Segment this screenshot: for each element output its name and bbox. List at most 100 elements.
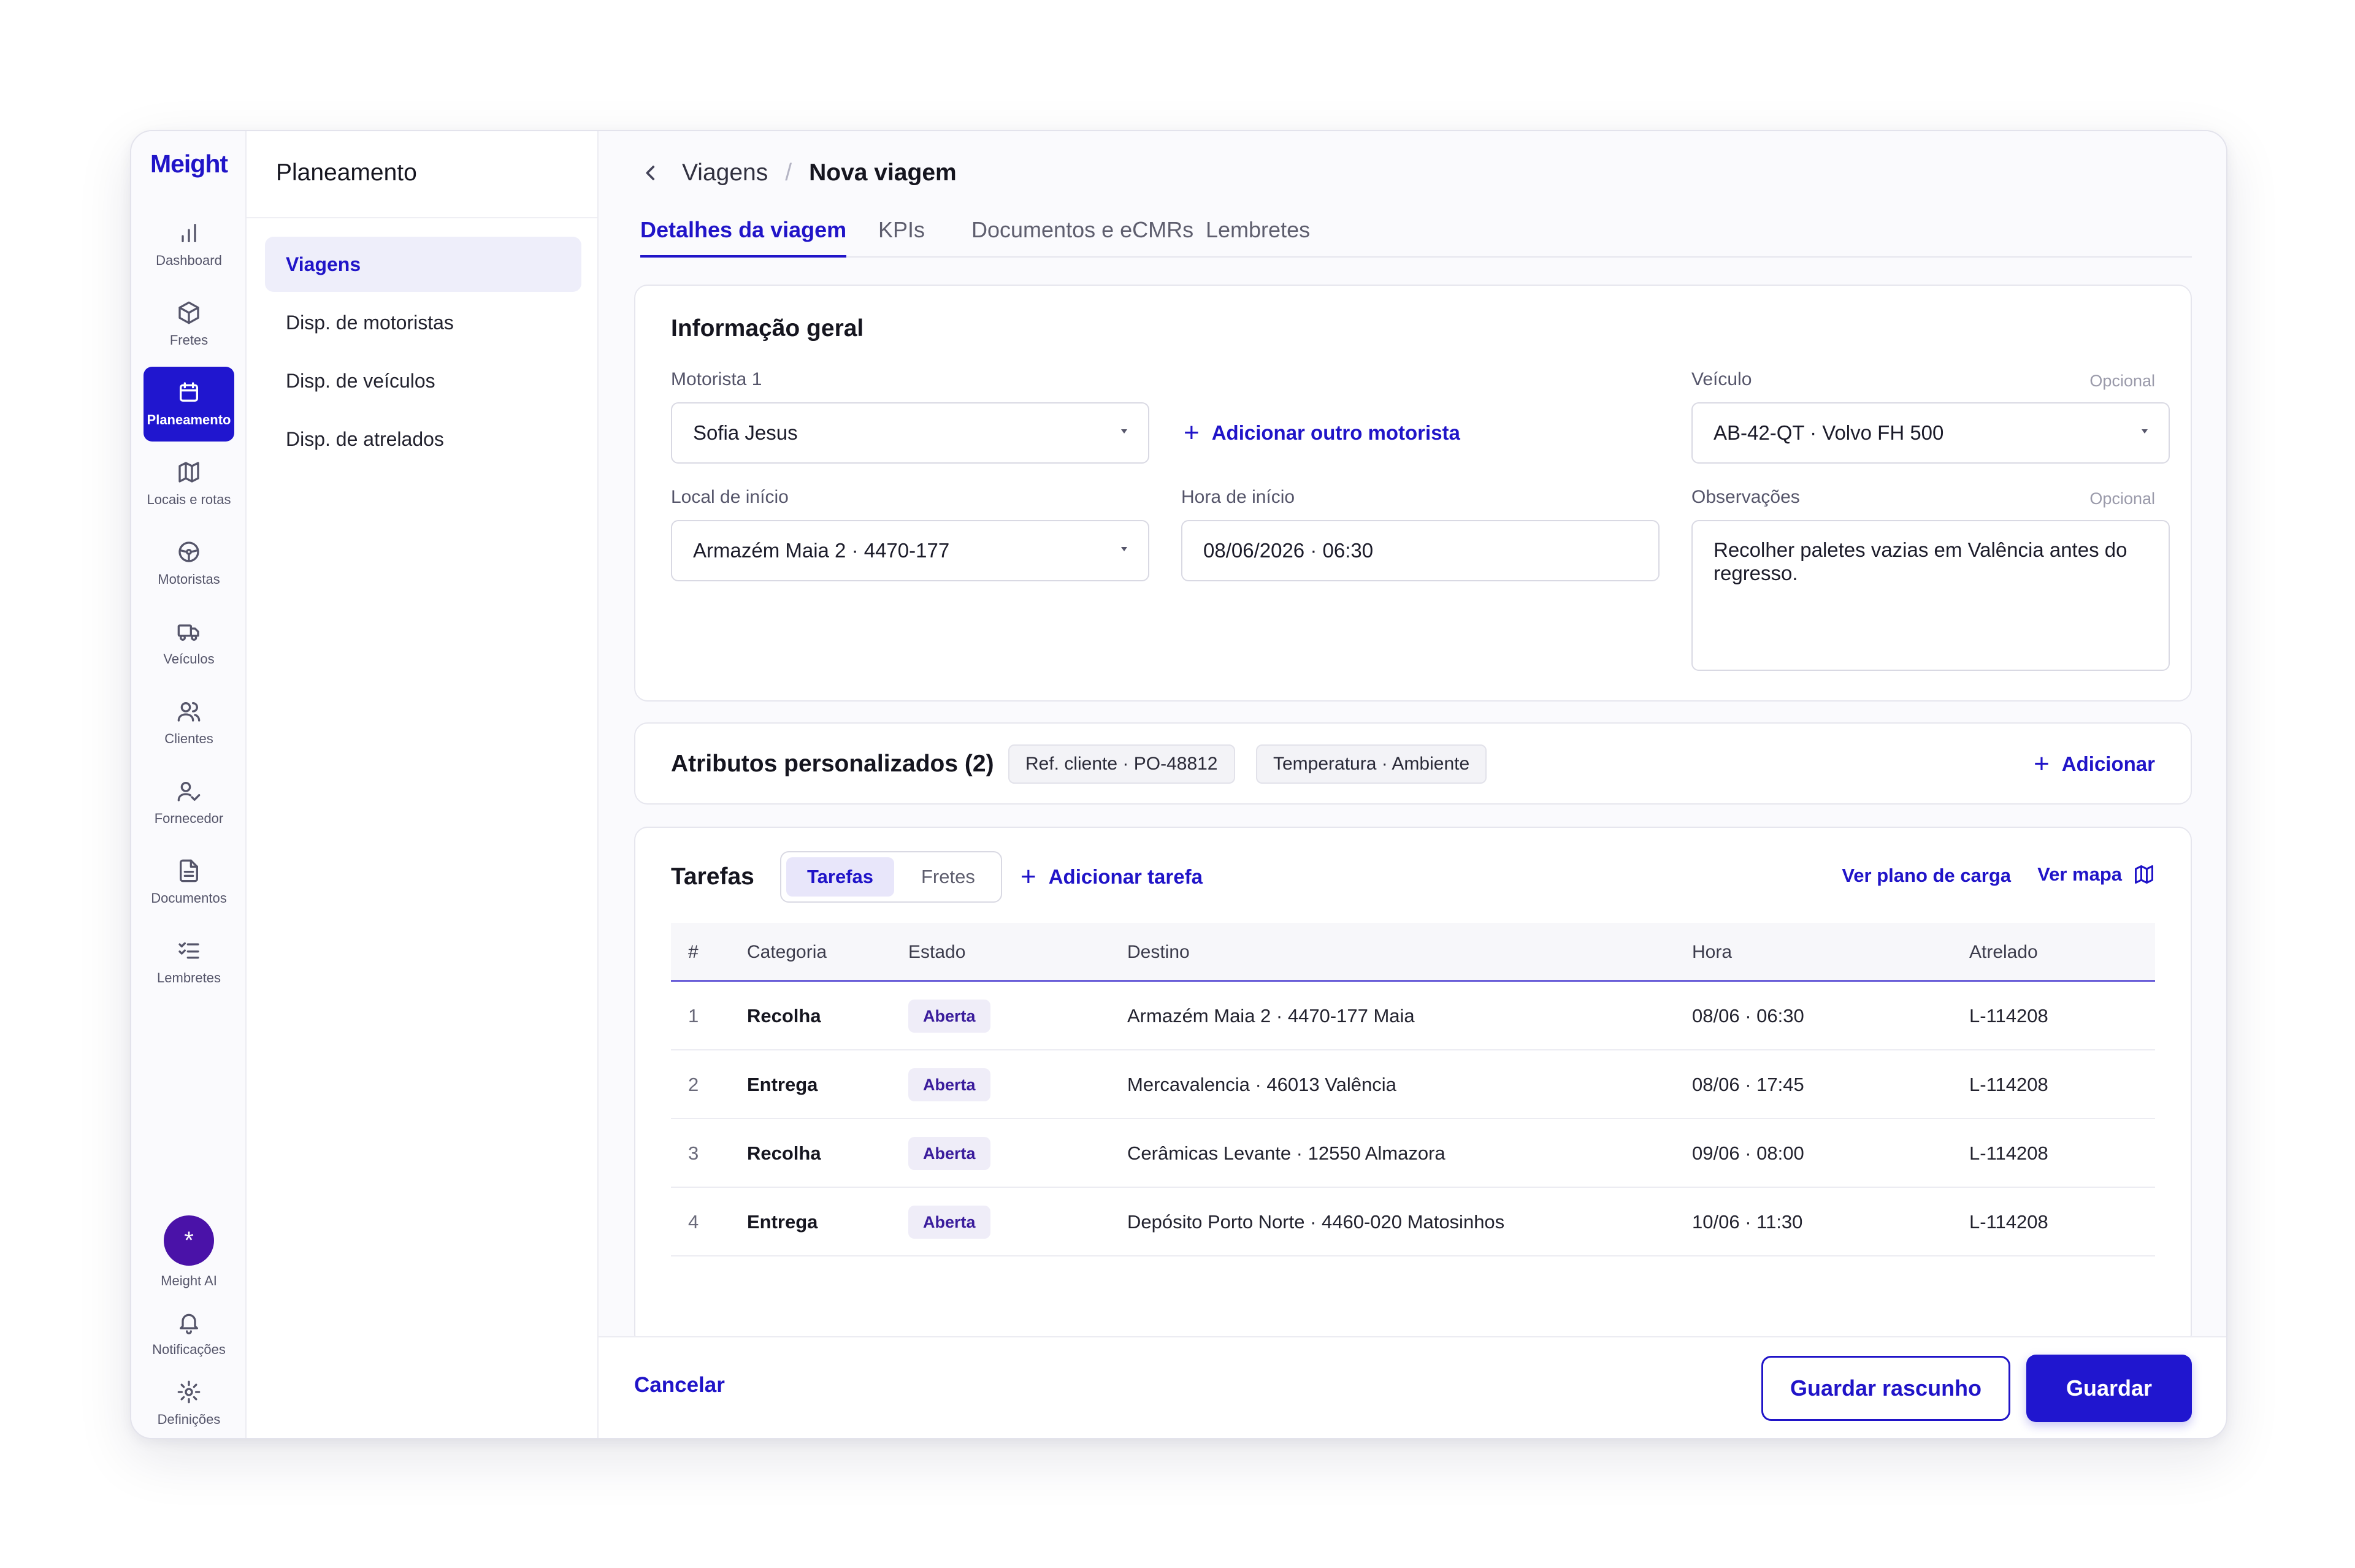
- column-header: Atrelado: [1969, 942, 2038, 962]
- add-attribute-button[interactable]: + Adicionar: [2034, 751, 2155, 778]
- chevron-down-icon: [1121, 429, 1127, 434]
- subnav-item-disp-atrelados[interactable]: Disp. de atrelados: [265, 411, 581, 467]
- subnav-item-disp-veiculos[interactable]: Disp. de veículos: [265, 353, 581, 408]
- rail-item-label: Dashboard: [156, 253, 222, 268]
- secondary-nav: Planeamento Viagens Disp. de motoristas …: [247, 131, 599, 1438]
- view-map-label: Ver mapa: [2037, 863, 2122, 885]
- driver-select[interactable]: Sofia Jesus: [671, 402, 1149, 464]
- rail-item-clientes[interactable]: Clientes: [144, 686, 234, 760]
- notes-label: Observações: [1691, 487, 1800, 507]
- map-icon: [178, 462, 199, 483]
- user-check-icon: [177, 782, 201, 801]
- rail-item-label: Fornecedor: [154, 811, 224, 826]
- breadcrumb: Viagens / Nova viagem: [640, 159, 957, 186]
- toggle-tarefas[interactable]: Tarefas: [786, 857, 894, 897]
- driver-value: Sofia Jesus: [693, 421, 798, 444]
- sparkle-icon: *: [164, 1215, 214, 1266]
- truck-icon: [177, 624, 199, 641]
- bar-chart-icon: [182, 224, 196, 242]
- rail-item-label: Planeamento: [147, 412, 231, 427]
- rail-item-meight-ai[interactable]: * Meight AI: [144, 1210, 234, 1294]
- cell-trailer: L-114208: [1969, 1211, 2048, 1233]
- vehicle-optional: Opcional: [2089, 372, 2155, 390]
- vehicle-value: AB-42-QT · Volvo FH 500: [1714, 421, 1944, 444]
- column-header: Destino: [1127, 942, 1190, 962]
- rail-item-planeamento[interactable]: Planeamento: [144, 367, 234, 442]
- start-location-select[interactable]: Armazém Maia 2 · 4470-177: [671, 520, 1149, 581]
- cell-category: Recolha: [747, 1142, 821, 1164]
- rail-item-label: Motoristas: [158, 572, 220, 587]
- cell-destination: Cerâmicas Levante · 12550 Almazora: [1127, 1142, 1446, 1164]
- driver-label: Motorista 1: [671, 369, 762, 389]
- table-row[interactable]: 2 Entrega Aberta Mercavalencia · 46013 V…: [671, 1050, 2155, 1119]
- column-header: Categoria: [747, 942, 827, 962]
- start-time-input[interactable]: 08/06/2026 · 06:30: [1181, 520, 1660, 581]
- start-location-label: Local de início: [671, 487, 789, 507]
- box-icon: [178, 301, 199, 324]
- attribute-chip[interactable]: Temperatura · Ambiente: [1256, 744, 1487, 784]
- rail-item-fretes[interactable]: Fretes: [144, 287, 234, 362]
- main-content: Viagens / Nova viagem Detalhes da viagem…: [599, 131, 2226, 1438]
- rail-item-locais-e-rotas[interactable]: Locais e rotas: [144, 446, 234, 521]
- rail-item-notificacoes[interactable]: Notificações: [144, 1300, 234, 1367]
- subnav-item-disp-motoristas[interactable]: Disp. de motoristas: [265, 295, 581, 350]
- notes-textarea[interactable]: Recolher paletes vazias em Valência ante…: [1691, 520, 2170, 671]
- cell-time: 10/06 · 11:30: [1692, 1211, 1803, 1233]
- status-badge: Aberta: [908, 1000, 990, 1033]
- start-location-value: Armazém Maia 2 · 4470-177: [693, 539, 950, 562]
- rail-item-fornecedor[interactable]: Fornecedor: [144, 765, 234, 840]
- rail-item-lembretes[interactable]: Lembretes: [144, 925, 234, 1000]
- section-title: Tarefas: [671, 863, 754, 890]
- general-info-card: Informação geral Motorista 1 Sofia Jesus…: [634, 285, 2192, 702]
- rail-item-label: Locais e rotas: [147, 492, 231, 507]
- cell-destination: Depósito Porto Norte · 4460-020 Matosinh…: [1127, 1211, 1505, 1233]
- attribute-chip[interactable]: Ref. cliente · PO-48812: [1008, 744, 1235, 784]
- app-logo[interactable]: Meight: [131, 150, 247, 178]
- tab-kpis[interactable]: KPIs: [878, 211, 925, 258]
- breadcrumb-parent[interactable]: Viagens: [682, 159, 768, 186]
- rail-item-dashboard[interactable]: Dashboard: [144, 207, 234, 282]
- column-header: Estado: [908, 942, 966, 962]
- add-task-button[interactable]: + Adicionar tarefa: [1020, 863, 1203, 890]
- section-title: Informação geral: [671, 315, 864, 342]
- rail-item-documentos[interactable]: Documentos: [144, 845, 234, 920]
- cancel-button[interactable]: Cancelar: [634, 1373, 725, 1398]
- save-button[interactable]: Guardar: [2026, 1355, 2192, 1422]
- subnav-item-viagens[interactable]: Viagens: [265, 237, 581, 292]
- cell-category: Recolha: [747, 1005, 821, 1027]
- cell-time: 08/06 · 17:45: [1692, 1074, 1804, 1095]
- rail-item-veiculos[interactable]: Veículos: [144, 606, 234, 681]
- rail-item-motoristas[interactable]: Motoristas: [144, 526, 234, 601]
- bell-icon: [180, 1314, 198, 1334]
- cell-time: 08/06 · 06:30: [1692, 1005, 1804, 1027]
- chevron-left-icon[interactable]: [640, 163, 661, 183]
- cell-destination: Mercavalencia · 46013 Valência: [1127, 1074, 1396, 1095]
- table-row[interactable]: 1 Recolha Aberta Armazém Maia 2 · 4470-1…: [671, 982, 2155, 1050]
- icon-rail: Meight Dashboard Fretes Planeamento Loca…: [131, 131, 247, 1438]
- status-badge: Aberta: [908, 1068, 990, 1101]
- rail-item-label: Fretes: [169, 332, 209, 348]
- save-draft-button[interactable]: Guardar rascunho: [1761, 1356, 2010, 1421]
- toggle-fretes[interactable]: Fretes: [900, 857, 996, 897]
- tab-lembretes[interactable]: Lembretes: [1206, 211, 1310, 258]
- rail-item-definicoes[interactable]: Definições: [144, 1370, 234, 1437]
- cell-number: 1: [688, 1005, 699, 1027]
- table-row[interactable]: 3 Recolha Aberta Cerâmicas Levante · 125…: [671, 1119, 2155, 1188]
- subnav-divider: [247, 217, 597, 218]
- table-row[interactable]: 4 Entrega Aberta Depósito Porto Norte · …: [671, 1188, 2155, 1256]
- section-title: Atributos personalizados (2): [671, 751, 994, 777]
- tab-documentos-e-ecmrs[interactable]: Documentos e eCMRs: [971, 211, 1193, 258]
- tasks-view-toggle: Tarefas Fretes: [780, 851, 1002, 903]
- vehicle-select[interactable]: AB-42-QT · Volvo FH 500: [1691, 402, 2170, 464]
- load-plan-link[interactable]: Ver plano de carga: [1842, 865, 2011, 887]
- add-driver-button[interactable]: + Adicionar outro motorista: [1184, 419, 1460, 446]
- cell-number: 4: [688, 1211, 699, 1233]
- tab-detalhes-da-viagem[interactable]: Detalhes da viagem: [640, 211, 847, 258]
- chevron-down-icon: [1121, 547, 1127, 551]
- cell-time: 09/06 · 08:00: [1692, 1142, 1804, 1164]
- start-time-value: 08/06/2026 · 06:30: [1203, 539, 1374, 562]
- cell-number: 3: [688, 1142, 699, 1164]
- page-title: Nova viagem: [809, 159, 957, 186]
- map-icon: [2135, 865, 2153, 884]
- view-map-link[interactable]: Ver mapa: [2037, 863, 2155, 885]
